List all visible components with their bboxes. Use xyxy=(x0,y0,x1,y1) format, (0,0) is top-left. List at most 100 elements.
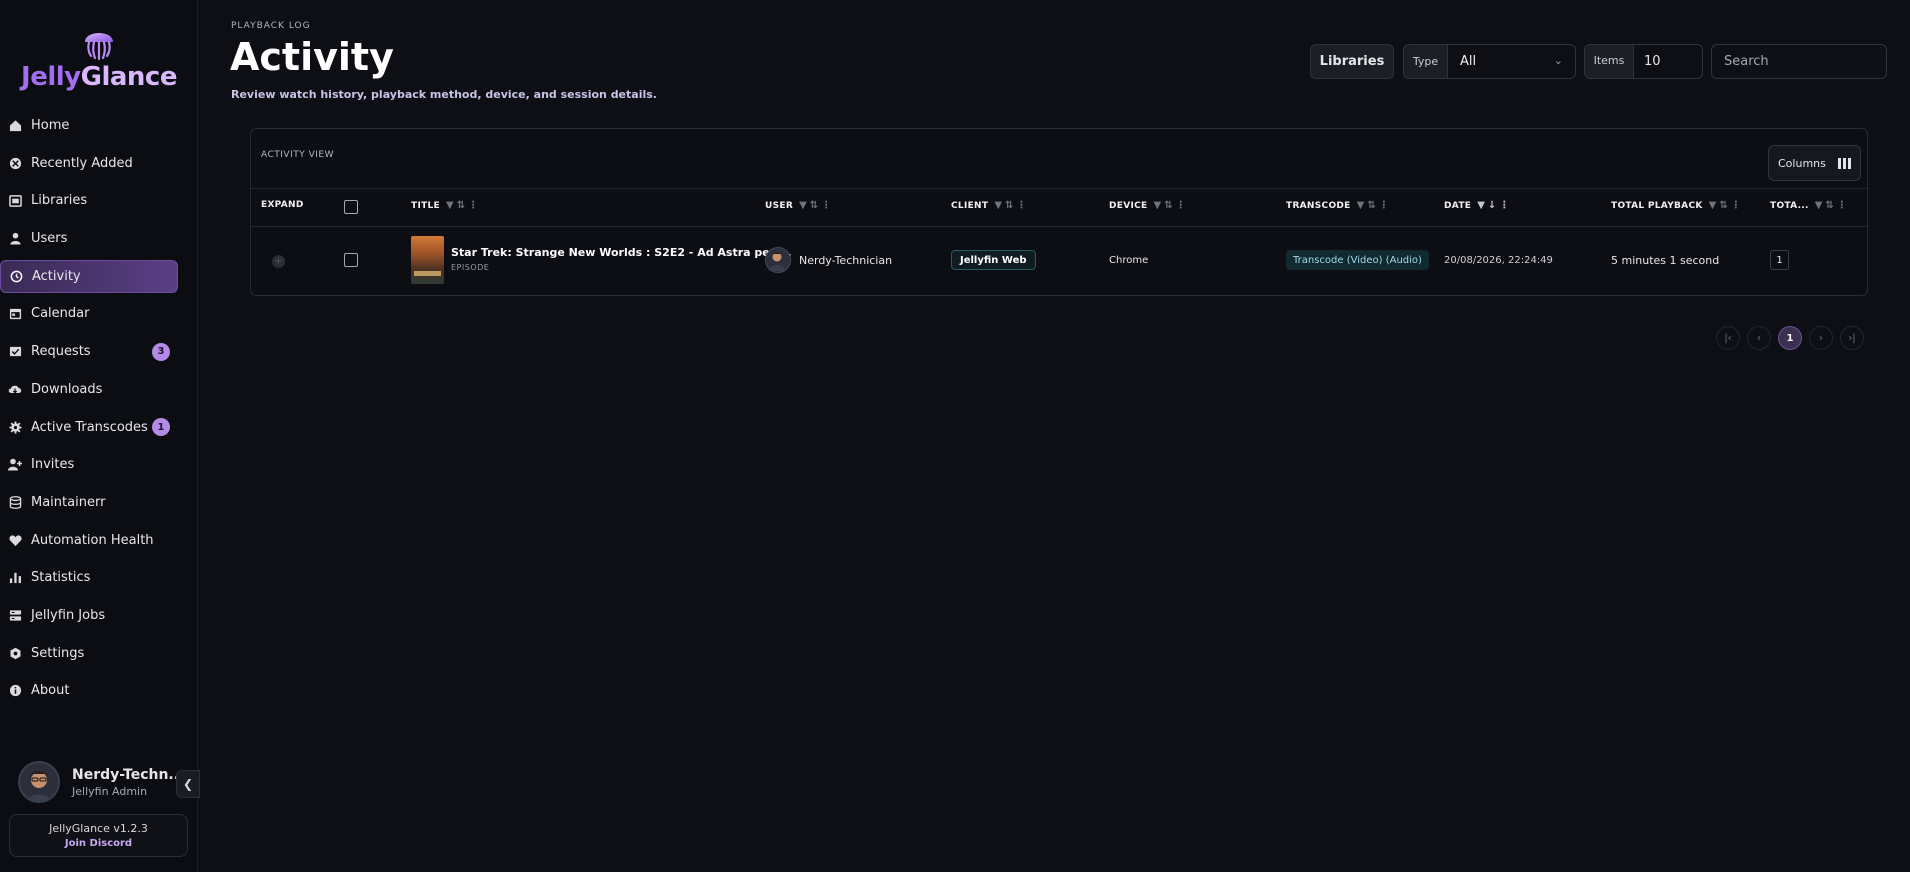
header-divider xyxy=(251,188,1867,189)
media-type: EPISODE xyxy=(451,263,490,272)
column-header-title[interactable]: TITLE ▼⇅⋮ xyxy=(411,200,481,211)
sidebar-item-jellyfin-jobs[interactable]: Jellyfin Jobs xyxy=(0,599,198,632)
total-count-tag: 1 xyxy=(1770,250,1789,270)
type-label: Type xyxy=(1404,45,1448,78)
settings-icon xyxy=(8,646,22,660)
type-value: All xyxy=(1460,54,1477,69)
device-name: Chrome xyxy=(1109,255,1149,266)
sidebar-item-label: About xyxy=(31,683,70,699)
home-icon xyxy=(8,119,22,133)
requests-icon xyxy=(8,345,22,359)
page-subtitle: Review watch history, playback method, d… xyxy=(231,88,657,101)
expand-row-button[interactable]: + xyxy=(272,255,285,268)
header-label: EXPAND xyxy=(261,200,304,210)
header-label: DATE xyxy=(1444,200,1472,211)
column-header-user[interactable]: USER ▼⇅⋮ xyxy=(765,200,834,211)
column-controls-icon[interactable]: ▼⇅⋮ xyxy=(1154,200,1189,211)
column-header-transcode[interactable]: TRANSCODE ▼⇅⋮ xyxy=(1286,200,1392,211)
user-name[interactable]: Nerdy-Technician xyxy=(799,254,892,267)
collapse-sidebar-button[interactable]: ❮ xyxy=(176,770,200,798)
join-discord-link[interactable]: Join Discord xyxy=(10,838,187,849)
prev-page-button[interactable]: ‹ xyxy=(1747,326,1771,350)
cloud-download-icon xyxy=(8,382,22,396)
sidebar-item-invites[interactable]: Invites xyxy=(0,448,198,481)
sidebar-item-maintainerr[interactable]: Maintainerr xyxy=(0,486,198,519)
row-checkbox[interactable] xyxy=(344,253,358,267)
sort-desc-icon[interactable]: ▼↓⋮ xyxy=(1477,200,1512,211)
column-header-total[interactable]: TOTA... ▼⇅⋮ xyxy=(1770,200,1850,211)
column-header-total-playback[interactable]: TOTAL PLAYBACK ▼⇅⋮ xyxy=(1611,200,1744,211)
sidebar-item-statistics[interactable]: Statistics xyxy=(0,561,198,594)
sidebar-item-label: Calendar xyxy=(31,306,90,322)
sidebar-item-requests[interactable]: Requests 3 xyxy=(0,335,198,368)
search-field[interactable] xyxy=(1711,44,1887,79)
sidebar-item-label: Invites xyxy=(31,457,75,473)
recently-added-icon xyxy=(8,156,22,170)
user-profile[interactable]: Nerdy-Techn... Jellyfin Admin xyxy=(18,761,184,803)
page-eyebrow: PLAYBACK LOG xyxy=(231,21,311,31)
page-1-button[interactable]: 1 xyxy=(1778,326,1802,350)
sidebar-item-label: Recently Added xyxy=(31,155,133,171)
column-header-device[interactable]: DEVICE ▼⇅⋮ xyxy=(1109,200,1189,211)
header-label: TRANSCODE xyxy=(1286,200,1351,211)
column-header-date[interactable]: DATE ▼↓⋮ xyxy=(1444,200,1512,211)
profile-name: Nerdy-Techn... xyxy=(72,766,185,783)
sidebar-item-activity[interactable]: Activity xyxy=(0,259,178,293)
episode-poster[interactable] xyxy=(411,236,444,284)
column-header-client[interactable]: CLIENT ▼⇅⋮ xyxy=(951,200,1029,211)
sidebar-item-home[interactable]: Home xyxy=(0,109,198,142)
sidebar-item-settings[interactable]: Settings xyxy=(0,637,198,670)
columns-button[interactable]: Columns xyxy=(1768,145,1861,181)
pagination: |‹ ‹ 1 › ›| xyxy=(1716,326,1864,350)
column-controls-icon[interactable]: ▼⇅⋮ xyxy=(446,200,481,211)
bar-chart-icon xyxy=(8,571,22,585)
header-label: USER xyxy=(765,200,794,211)
sidebar-item-calendar[interactable]: Calendar xyxy=(0,297,198,330)
header-label: DEVICE xyxy=(1109,200,1148,211)
profile-role: Jellyfin Admin xyxy=(72,784,148,798)
search-input[interactable] xyxy=(1712,45,1886,78)
sidebar-item-label: Settings xyxy=(31,645,85,661)
column-controls-icon[interactable]: ▼⇅⋮ xyxy=(994,200,1029,211)
type-select[interactable]: Type All ⌄ xyxy=(1403,44,1576,79)
info-icon xyxy=(8,684,22,698)
header-label: CLIENT xyxy=(951,200,989,211)
database-icon xyxy=(8,495,22,509)
sidebar-item-label: Activity xyxy=(32,268,81,284)
page-title: Activity xyxy=(230,35,394,79)
sidebar-item-label: Libraries xyxy=(31,193,88,209)
sidebar-item-recently-added[interactable]: Recently Added xyxy=(0,147,198,180)
requests-count-badge: 3 xyxy=(152,342,170,361)
items-per-page-input[interactable]: Items 10 xyxy=(1584,44,1703,79)
sidebar-item-label: Jellyfin Jobs xyxy=(31,607,106,623)
sidebar-item-about[interactable]: About xyxy=(0,674,198,707)
version-box: JellyGlance v1.2.3 Join Discord xyxy=(9,814,188,857)
sidebar-item-libraries[interactable]: Libraries xyxy=(0,184,198,217)
libraries-icon xyxy=(8,194,22,208)
libraries-button[interactable]: Libraries xyxy=(1310,44,1394,79)
column-controls-icon[interactable]: ▼⇅⋮ xyxy=(1709,200,1744,211)
column-controls-icon[interactable]: ▼⇅⋮ xyxy=(1815,200,1850,211)
app-version: JellyGlance v1.2.3 xyxy=(49,822,148,835)
sidebar-item-downloads[interactable]: Downloads xyxy=(0,373,198,406)
sidebar-item-active-transcodes[interactable]: Active Transcodes 1 xyxy=(0,411,198,444)
calendar-icon xyxy=(8,307,22,321)
sidebar: JellyGlance Home Recently Added Librarie… xyxy=(0,0,200,872)
history-icon xyxy=(9,269,23,283)
user-avatar xyxy=(765,247,791,273)
table-view-label: ACTIVITY VIEW xyxy=(261,150,334,160)
next-page-button[interactable]: › xyxy=(1809,326,1833,350)
sidebar-item-automation-health[interactable]: Automation Health xyxy=(0,524,198,557)
column-controls-icon[interactable]: ▼⇅⋮ xyxy=(1357,200,1392,211)
items-value[interactable]: 10 xyxy=(1634,45,1702,78)
header-label: TITLE xyxy=(411,200,441,211)
first-page-button[interactable]: |‹ xyxy=(1716,326,1740,350)
episode-title[interactable]: Star Trek: Strange New Worlds : S2E2 - A… xyxy=(451,246,792,259)
select-all-checkbox[interactable] xyxy=(344,200,358,214)
column-controls-icon[interactable]: ▼⇅⋮ xyxy=(799,200,834,211)
chevron-down-icon: ⌄ xyxy=(1553,54,1563,67)
sidebar-item-users[interactable]: Users xyxy=(0,222,198,255)
cog-icon xyxy=(8,420,22,434)
app-logo[interactable]: JellyGlance xyxy=(0,22,198,92)
last-page-button[interactable]: ›| xyxy=(1840,326,1864,350)
